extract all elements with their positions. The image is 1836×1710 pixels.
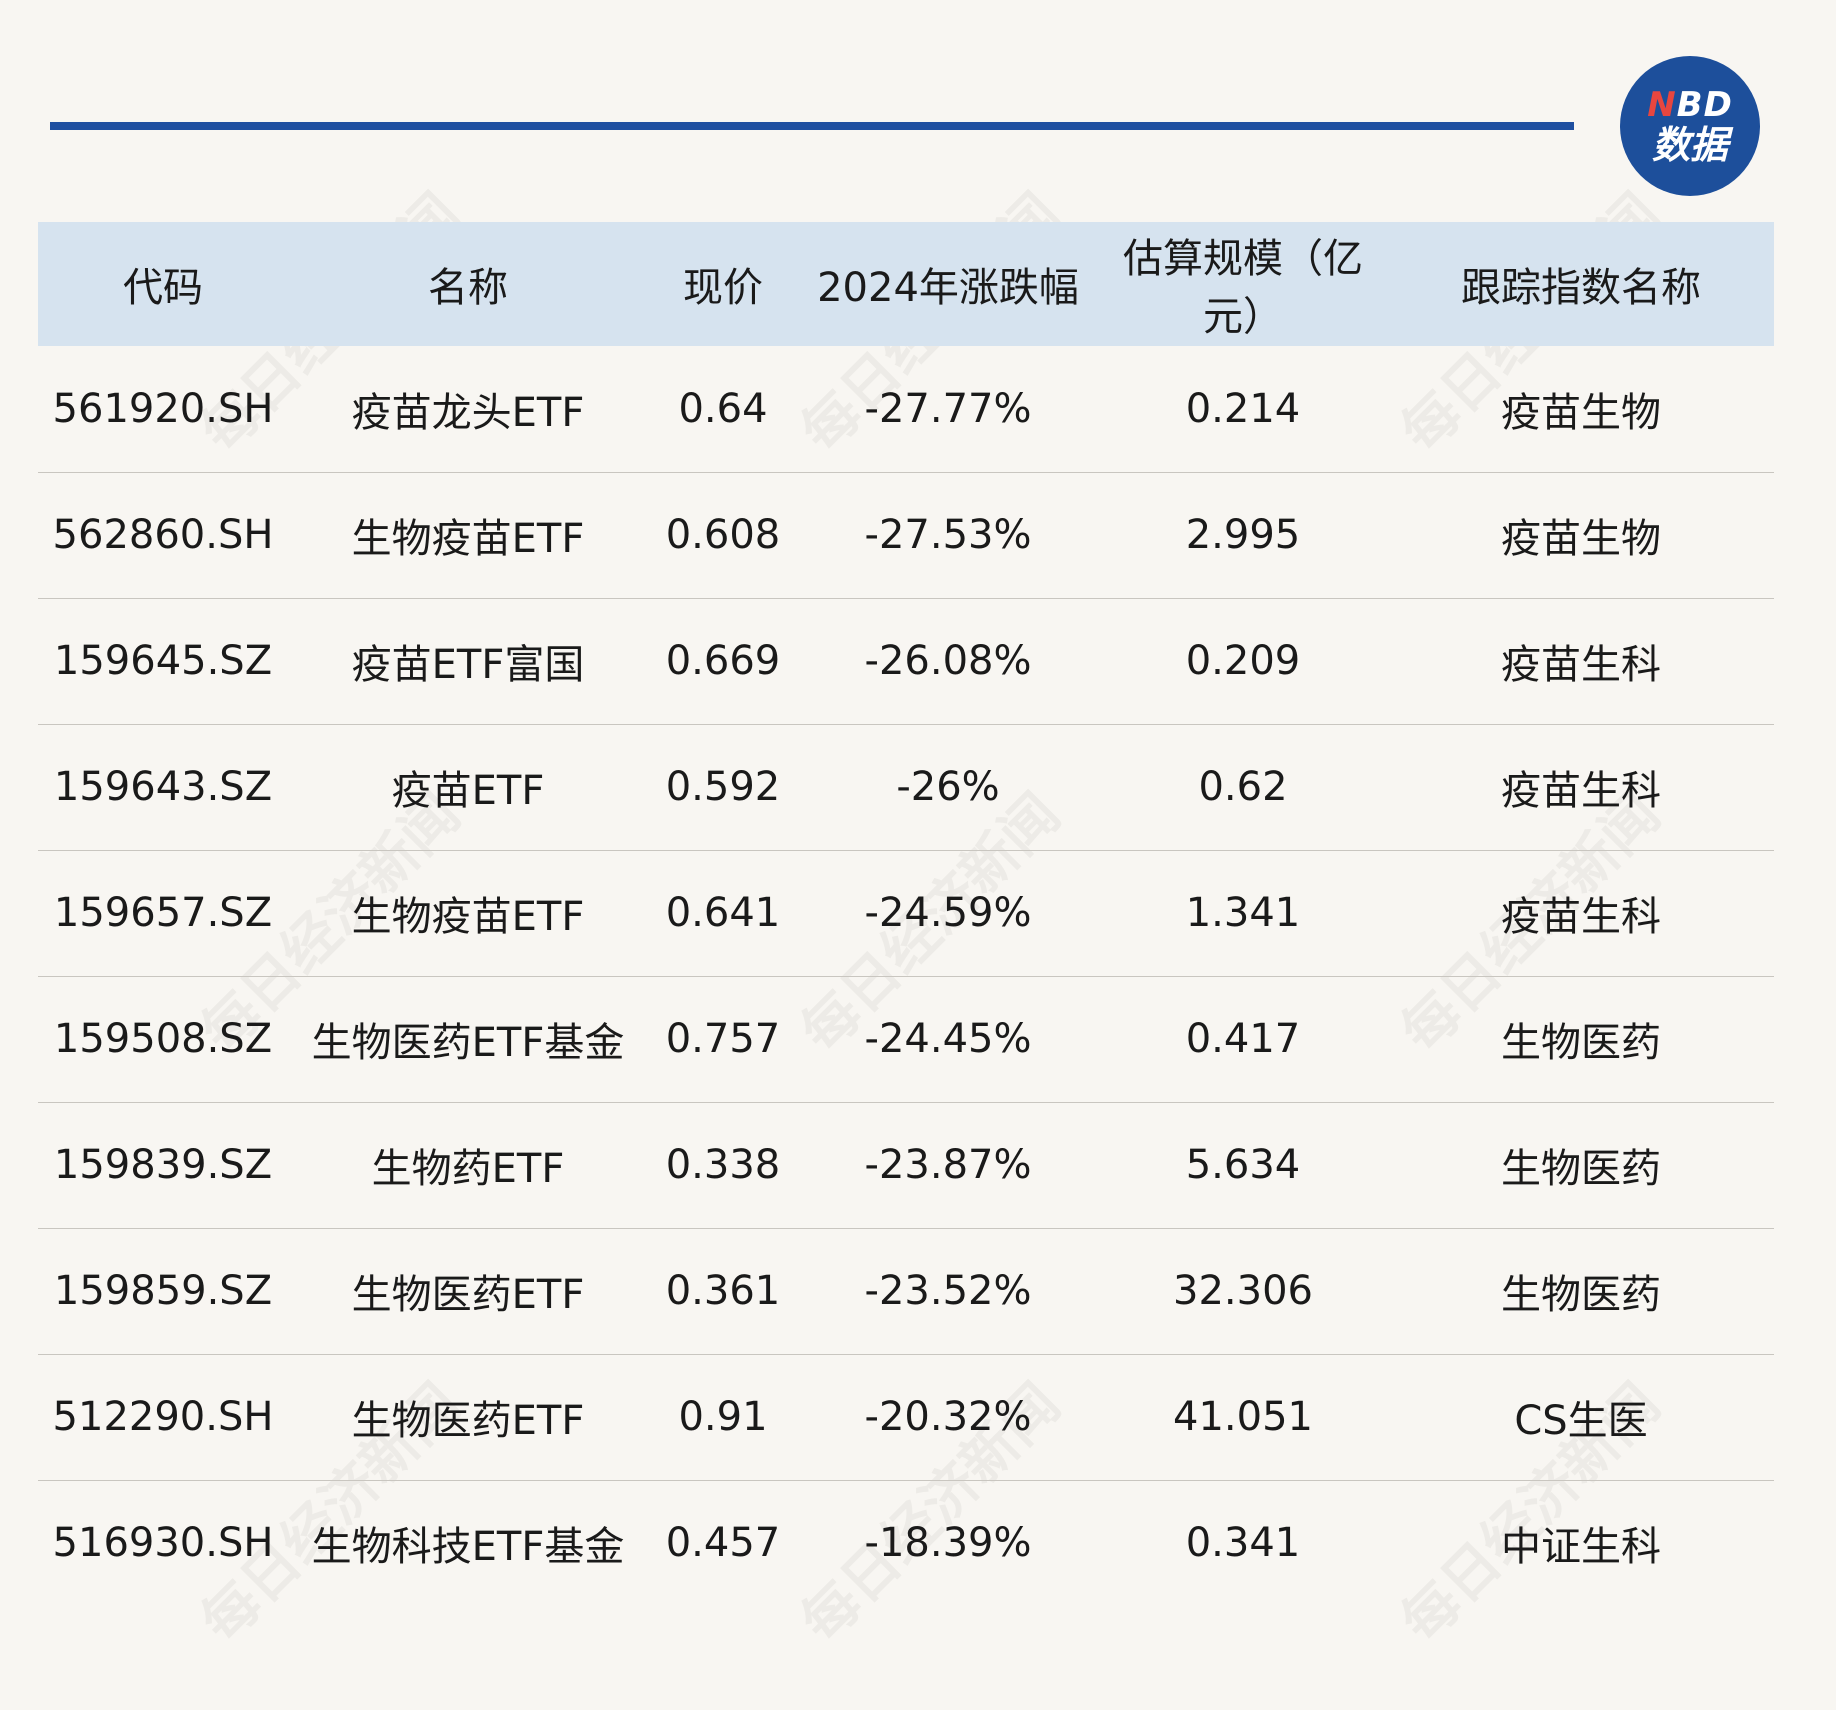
cell-name: 生物疫苗ETF <box>351 894 585 940</box>
cell-name: 生物医药ETF <box>351 1272 585 1318</box>
table-row: 159508.SZ 生物医药ETF基金 0.757 -24.45% 0.417 … <box>38 976 1774 1102</box>
logo-letters: BD <box>1676 85 1733 125</box>
column-header-tracked-index: 跟踪指数名称 <box>1461 265 1701 311</box>
cell-code: 159859.SZ <box>53 1268 273 1314</box>
cell-name: 生物医药ETF <box>351 1398 585 1444</box>
column-header-code: 代码 <box>123 265 203 311</box>
cell-code: 159645.SZ <box>53 638 273 684</box>
cell-code: 562860.SH <box>52 512 274 558</box>
column-header-estimated-size: 估算规模（亿元） <box>1123 236 1363 340</box>
cell-price: 0.757 <box>665 1016 781 1062</box>
cell-name: 疫苗龙头ETF <box>351 389 585 436</box>
cell-price: 0.669 <box>665 638 781 684</box>
cell-code: 159643.SZ <box>53 764 273 810</box>
cell-index: 疫苗生科 <box>1501 894 1661 940</box>
cell-size: 41.051 <box>1173 1394 1313 1440</box>
cell-change: -20.32% <box>864 1394 1032 1440</box>
cell-size: 1.341 <box>1185 890 1301 936</box>
table-row: 159657.SZ 生物疫苗ETF 0.641 -24.59% 1.341 疫苗… <box>38 850 1774 976</box>
cell-index: 疫苗生物 <box>1501 389 1661 436</box>
cell-price: 0.64 <box>678 385 768 432</box>
cell-price: 0.338 <box>665 1142 781 1188</box>
cell-change: -27.77% <box>864 385 1032 432</box>
cell-name: 生物药ETF <box>371 1146 565 1192</box>
cell-size: 0.341 <box>1185 1520 1301 1567</box>
table-row: 159839.SZ 生物药ETF 0.338 -23.87% 5.634 生物医… <box>38 1102 1774 1228</box>
cell-price: 0.91 <box>678 1394 768 1440</box>
cell-index: 生物医药 <box>1501 1020 1661 1066</box>
table-row: 516930.SH 生物科技ETF基金 0.457 -18.39% 0.341 … <box>38 1480 1774 1606</box>
cell-price: 0.457 <box>665 1520 781 1567</box>
table-row: 159645.SZ 疫苗ETF富国 0.669 -26.08% 0.209 疫苗… <box>38 598 1774 724</box>
cell-size: 0.214 <box>1185 385 1301 432</box>
table-row: 159643.SZ 疫苗ETF 0.592 -26% 0.62 疫苗生科 <box>38 724 1774 850</box>
cell-price: 0.608 <box>665 512 781 558</box>
cell-name: 生物科技ETF基金 <box>311 1524 625 1571</box>
cell-change: -24.45% <box>864 1016 1032 1062</box>
cell-change: -23.87% <box>864 1142 1032 1188</box>
cell-name: 生物疫苗ETF <box>351 516 585 562</box>
table-row: 159859.SZ 生物医药ETF 0.361 -23.52% 32.306 生… <box>38 1228 1774 1354</box>
cell-price: 0.641 <box>665 890 781 936</box>
cell-size: 2.995 <box>1185 512 1301 558</box>
cell-index: 中证生科 <box>1501 1524 1661 1571</box>
cell-change: -26.08% <box>864 638 1032 684</box>
cell-change: -18.39% <box>864 1520 1032 1567</box>
cell-name: 疫苗ETF <box>391 768 545 814</box>
column-header-name: 名称 <box>428 265 508 311</box>
cell-size: 32.306 <box>1173 1268 1313 1314</box>
cell-price: 0.592 <box>665 764 781 810</box>
cell-name: 生物医药ETF基金 <box>311 1020 625 1066</box>
cell-size: 0.62 <box>1198 764 1288 810</box>
cell-index: 疫苗生科 <box>1501 768 1661 814</box>
table-row: 561920.SH 疫苗龙头ETF 0.64 -27.77% 0.214 疫苗生… <box>38 346 1774 472</box>
nbd-data-logo: NBD 数据 <box>1620 56 1760 196</box>
cell-change: -23.52% <box>864 1268 1032 1314</box>
table-row: 512290.SH 生物医药ETF 0.91 -20.32% 41.051 CS… <box>38 1354 1774 1480</box>
cell-size: 5.634 <box>1185 1142 1301 1188</box>
cell-name: 疫苗ETF富国 <box>351 642 585 688</box>
column-header-price: 现价 <box>683 265 763 311</box>
cell-index: 生物医药 <box>1501 1272 1661 1318</box>
cell-index: 疫苗生科 <box>1501 642 1661 688</box>
cell-code: 512290.SH <box>52 1394 274 1440</box>
cell-change: -26% <box>896 764 1000 810</box>
logo-accent-letter: N <box>1647 85 1677 125</box>
cell-change: -24.59% <box>864 890 1032 936</box>
cell-index: 疫苗生物 <box>1501 516 1661 562</box>
column-header-change-2024: 2024年涨跌幅 <box>817 265 1079 311</box>
cell-code: 159657.SZ <box>53 890 273 936</box>
table-row: 562860.SH 生物疫苗ETF 0.608 -27.53% 2.995 疫苗… <box>38 472 1774 598</box>
cell-code: 159839.SZ <box>53 1142 273 1188</box>
logo-line-1: NBD <box>1647 88 1733 122</box>
cell-change: -27.53% <box>864 512 1032 558</box>
cell-code: 561920.SH <box>52 385 274 432</box>
cell-code: 516930.SH <box>52 1520 274 1567</box>
table-header-row: 代码 名称 现价 2024年涨跌幅 估算规模（亿元） 跟踪指数名称 <box>38 222 1774 346</box>
cell-price: 0.361 <box>665 1268 781 1314</box>
cell-size: 0.209 <box>1185 638 1301 684</box>
top-rule <box>50 122 1574 130</box>
cell-code: 159508.SZ <box>53 1016 273 1062</box>
logo-line-2: 数据 <box>1651 123 1728 167</box>
cell-index: 生物医药 <box>1501 1146 1661 1192</box>
cell-size: 0.417 <box>1185 1016 1301 1062</box>
cell-index: CS生医 <box>1514 1398 1648 1444</box>
etf-table: 代码 名称 现价 2024年涨跌幅 估算规模（亿元） 跟踪指数名称 561920… <box>38 222 1774 1606</box>
